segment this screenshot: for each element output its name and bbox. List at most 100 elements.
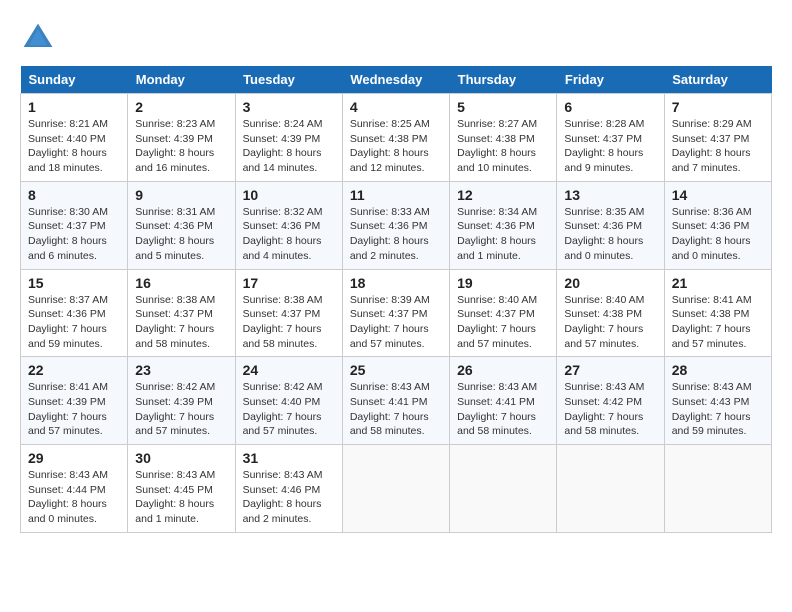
cell-info: Sunrise: 8:25 AMSunset: 4:38 PMDaylight:… xyxy=(350,118,430,174)
calendar-cell: 27Sunrise: 8:43 AMSunset: 4:42 PMDayligh… xyxy=(557,357,664,445)
day-number: 5 xyxy=(457,99,549,115)
calendar-table: SundayMondayTuesdayWednesdayThursdayFrid… xyxy=(20,66,772,533)
calendar-cell: 13 Sunrise: 8:35 AMSunset: 4:36 PMDayligh… xyxy=(557,181,664,269)
cell-info: Sunrise: 8:24 AMSunset: 4:39 PMDaylight:… xyxy=(243,118,323,174)
day-number: 26 xyxy=(457,362,549,378)
cell-info: Sunrise: 8:38 AMSunset: 4:37 PMDaylight:… xyxy=(135,294,215,350)
day-number: 15 xyxy=(28,275,120,291)
calendar-cell xyxy=(342,445,449,533)
day-number: 8 xyxy=(28,187,120,203)
calendar-cell: 14Sunrise: 8:36 AMSunset: 4:36 PMDayligh… xyxy=(664,181,771,269)
calendar-week-2: 8 Sunrise: 8:30 AMSunset: 4:37 PMDaylight… xyxy=(21,181,772,269)
day-number: 9 xyxy=(135,187,227,203)
calendar-cell: 29 Sunrise: 8:43 AMSunset: 4:44 PMDayligh… xyxy=(21,445,128,533)
day-number: 18 xyxy=(350,275,442,291)
calendar-cell: 30Sunrise: 8:43 AMSunset: 4:45 PMDayligh… xyxy=(128,445,235,533)
calendar-week-5: 29 Sunrise: 8:43 AMSunset: 4:44 PMDayligh… xyxy=(21,445,772,533)
cell-info: Sunrise: 8:23 AMSunset: 4:39 PMDaylight:… xyxy=(135,118,215,174)
cell-info: Sunrise: 8:32 AMSunset: 4:36 PMDaylight:… xyxy=(243,206,323,262)
cell-info: Sunrise: 8:42 AMSunset: 4:40 PMDaylight:… xyxy=(243,381,323,437)
cell-info: Sunrise: 8:28 AMSunset: 4:37 PMDaylight:… xyxy=(564,118,644,174)
day-number: 31 xyxy=(243,450,335,466)
weekday-header-wednesday: Wednesday xyxy=(342,66,449,94)
day-number: 6 xyxy=(564,99,656,115)
day-number: 7 xyxy=(672,99,764,115)
calendar-cell: 18 Sunrise: 8:39 AMSunset: 4:37 PMDayligh… xyxy=(342,269,449,357)
cell-info: Sunrise: 8:43 AMSunset: 4:45 PMDaylight:… xyxy=(135,469,215,525)
calendar-cell: 11Sunrise: 8:33 AMSunset: 4:36 PMDayligh… xyxy=(342,181,449,269)
calendar-cell xyxy=(450,445,557,533)
cell-info: Sunrise: 8:30 AMSunset: 4:37 PMDaylight:… xyxy=(28,206,108,262)
calendar-cell: 2 Sunrise: 8:23 AMSunset: 4:39 PMDaylight… xyxy=(128,94,235,182)
cell-info: Sunrise: 8:34 AMSunset: 4:36 PMDaylight:… xyxy=(457,206,537,262)
weekday-header-saturday: Saturday xyxy=(664,66,771,94)
day-number: 16 xyxy=(135,275,227,291)
day-number: 23 xyxy=(135,362,227,378)
day-number: 19 xyxy=(457,275,549,291)
calendar-cell: 20 Sunrise: 8:40 AMSunset: 4:38 PMDayligh… xyxy=(557,269,664,357)
cell-info: Sunrise: 8:38 AMSunset: 4:37 PMDaylight:… xyxy=(243,294,323,350)
cell-info: Sunrise: 8:43 AMSunset: 4:43 PMDaylight:… xyxy=(672,381,752,437)
calendar-cell: 1 Sunrise: 8:21 AMSunset: 4:40 PMDaylight… xyxy=(21,94,128,182)
cell-info: Sunrise: 8:43 AMSunset: 4:41 PMDaylight:… xyxy=(457,381,537,437)
day-number: 25 xyxy=(350,362,442,378)
day-number: 1 xyxy=(28,99,120,115)
day-number: 11 xyxy=(350,187,442,203)
calendar-week-1: 1 Sunrise: 8:21 AMSunset: 4:40 PMDaylight… xyxy=(21,94,772,182)
cell-info: Sunrise: 8:36 AMSunset: 4:36 PMDaylight:… xyxy=(672,206,752,262)
calendar-cell: 12Sunrise: 8:34 AMSunset: 4:36 PMDayligh… xyxy=(450,181,557,269)
day-number: 2 xyxy=(135,99,227,115)
day-number: 3 xyxy=(243,99,335,115)
cell-info: Sunrise: 8:42 AMSunset: 4:39 PMDaylight:… xyxy=(135,381,215,437)
page-header xyxy=(20,20,772,56)
cell-info: Sunrise: 8:40 AMSunset: 4:37 PMDaylight:… xyxy=(457,294,537,350)
logo xyxy=(20,20,62,56)
cell-info: Sunrise: 8:43 AMSunset: 4:41 PMDaylight:… xyxy=(350,381,430,437)
cell-info: Sunrise: 8:35 AMSunset: 4:36 PMDaylight:… xyxy=(564,206,644,262)
cell-info: Sunrise: 8:31 AMSunset: 4:36 PMDaylight:… xyxy=(135,206,215,262)
logo-icon xyxy=(20,20,56,56)
cell-info: Sunrise: 8:39 AMSunset: 4:37 PMDaylight:… xyxy=(350,294,430,350)
day-number: 24 xyxy=(243,362,335,378)
calendar-cell: 26 Sunrise: 8:43 AMSunset: 4:41 PMDayligh… xyxy=(450,357,557,445)
calendar-cell: 7 Sunrise: 8:29 AMSunset: 4:37 PMDaylight… xyxy=(664,94,771,182)
calendar-cell: 17 Sunrise: 8:38 AMSunset: 4:37 PMDayligh… xyxy=(235,269,342,357)
calendar-cell: 31Sunrise: 8:43 AMSunset: 4:46 PMDayligh… xyxy=(235,445,342,533)
calendar-cell: 6 Sunrise: 8:28 AMSunset: 4:37 PMDaylight… xyxy=(557,94,664,182)
day-number: 20 xyxy=(564,275,656,291)
calendar-cell: 9 Sunrise: 8:31 AMSunset: 4:36 PMDaylight… xyxy=(128,181,235,269)
calendar-cell: 24 Sunrise: 8:42 AMSunset: 4:40 PMDayligh… xyxy=(235,357,342,445)
calendar-week-4: 22 Sunrise: 8:41 AMSunset: 4:39 PMDayligh… xyxy=(21,357,772,445)
weekday-header-tuesday: Tuesday xyxy=(235,66,342,94)
calendar-cell: 4Sunrise: 8:25 AMSunset: 4:38 PMDaylight… xyxy=(342,94,449,182)
day-number: 29 xyxy=(28,450,120,466)
cell-info: Sunrise: 8:21 AMSunset: 4:40 PMDaylight:… xyxy=(28,118,108,174)
cell-info: Sunrise: 8:27 AMSunset: 4:38 PMDaylight:… xyxy=(457,118,537,174)
calendar-week-3: 15 Sunrise: 8:37 AMSunset: 4:36 PMDayligh… xyxy=(21,269,772,357)
cell-info: Sunrise: 8:41 AMSunset: 4:39 PMDaylight:… xyxy=(28,381,108,437)
calendar-cell: 10 Sunrise: 8:32 AMSunset: 4:36 PMDayligh… xyxy=(235,181,342,269)
day-number: 17 xyxy=(243,275,335,291)
day-number: 10 xyxy=(243,187,335,203)
day-number: 28 xyxy=(672,362,764,378)
cell-info: Sunrise: 8:41 AMSunset: 4:38 PMDaylight:… xyxy=(672,294,752,350)
cell-info: Sunrise: 8:43 AMSunset: 4:44 PMDaylight:… xyxy=(28,469,108,525)
calendar-cell xyxy=(664,445,771,533)
calendar-cell: 19 Sunrise: 8:40 AMSunset: 4:37 PMDayligh… xyxy=(450,269,557,357)
weekday-header-monday: Monday xyxy=(128,66,235,94)
weekday-header-row: SundayMondayTuesdayWednesdayThursdayFrid… xyxy=(21,66,772,94)
day-number: 13 xyxy=(564,187,656,203)
cell-info: Sunrise: 8:37 AMSunset: 4:36 PMDaylight:… xyxy=(28,294,108,350)
day-number: 21 xyxy=(672,275,764,291)
cell-info: Sunrise: 8:40 AMSunset: 4:38 PMDaylight:… xyxy=(564,294,644,350)
calendar-cell: 16 Sunrise: 8:38 AMSunset: 4:37 PMDayligh… xyxy=(128,269,235,357)
calendar-cell xyxy=(557,445,664,533)
calendar-cell: 23 Sunrise: 8:42 AMSunset: 4:39 PMDayligh… xyxy=(128,357,235,445)
calendar-cell: 3 Sunrise: 8:24 AMSunset: 4:39 PMDaylight… xyxy=(235,94,342,182)
cell-info: Sunrise: 8:29 AMSunset: 4:37 PMDaylight:… xyxy=(672,118,752,174)
weekday-header-thursday: Thursday xyxy=(450,66,557,94)
calendar-cell: 5 Sunrise: 8:27 AMSunset: 4:38 PMDaylight… xyxy=(450,94,557,182)
calendar-cell: 21 Sunrise: 8:41 AMSunset: 4:38 PMDayligh… xyxy=(664,269,771,357)
day-number: 27 xyxy=(564,362,656,378)
day-number: 22 xyxy=(28,362,120,378)
